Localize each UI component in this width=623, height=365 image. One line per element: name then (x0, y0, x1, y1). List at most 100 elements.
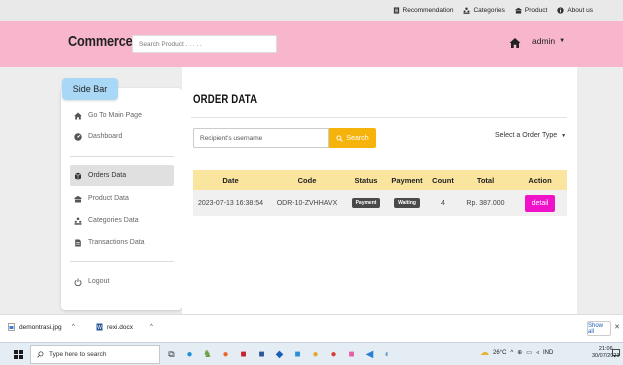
app-icon[interactable]: ■ (256, 346, 267, 362)
column-header-total: Total (476, 175, 495, 185)
column-header-code: Code (297, 175, 317, 185)
search-icon (37, 351, 44, 358)
sidebar-item-categories[interactable]: Categories Data (70, 210, 174, 231)
top-link-product[interactable]: Product (515, 7, 547, 14)
language-indicator[interactable]: IND (543, 350, 553, 356)
search-button[interactable]: Search (329, 128, 376, 148)
main-content: ORDER DATA Search Select a Order Type ▼ … (182, 67, 577, 314)
cell-payment: Waiting (386, 190, 428, 216)
chevron-up-icon[interactable]: ^ (510, 350, 513, 356)
volume-icon[interactable]: ◃ (536, 349, 539, 356)
admin-dropdown[interactable]: admin ▼ (532, 36, 565, 46)
weather-icon[interactable]: ☁ (480, 347, 489, 358)
brand-logo[interactable]: Commerce (68, 33, 133, 50)
edge-browser-icon[interactable]: ● (184, 346, 195, 362)
notification-icon[interactable] (612, 349, 620, 358)
download-item[interactable]: W rexi.docx (96, 323, 133, 331)
download-bar: demontrasi.jpg ^ W rexi.docx ^ Show all … (0, 314, 623, 342)
download-item[interactable]: demontrasi.jpg (8, 323, 62, 331)
network-icon[interactable]: ⊕ (517, 349, 522, 356)
status-badge: Payment (351, 198, 381, 208)
app-icon[interactable]: ♞ (202, 346, 213, 362)
app-icon[interactable]: ◐ (382, 346, 393, 362)
app-icon[interactable]: ◆ (274, 346, 285, 362)
taskbar-search-placeholder: Type here to search (49, 351, 107, 358)
product-search-input[interactable] (132, 35, 277, 53)
show-all-button[interactable]: Show all (587, 321, 611, 336)
sidebar-item-main-page[interactable]: Go To Main Page (70, 105, 174, 126)
admin-label: admin (532, 36, 556, 46)
caret-down-icon: ▼ (559, 38, 566, 44)
sidebar-item-label: Logout (88, 278, 110, 285)
column-header-action: Action (528, 175, 552, 185)
svg-text:W: W (97, 325, 102, 331)
home-icon (74, 112, 82, 119)
sidebar-item-orders[interactable]: Orders Data (70, 165, 174, 186)
top-link-label: Product (524, 7, 548, 14)
app-icon[interactable]: ● (328, 346, 339, 362)
page-title: ORDER DATA (193, 92, 258, 106)
chevron-up-icon[interactable]: ^ (72, 324, 75, 330)
image-file-icon (8, 323, 15, 331)
recipient-username-input[interactable] (193, 128, 329, 148)
info-icon (557, 7, 564, 14)
top-link-label: Categories (473, 7, 505, 14)
payment-badge: Waiting (394, 198, 420, 208)
taskbar-search-box[interactable]: Type here to search (30, 345, 160, 364)
sidebar-divider (70, 261, 174, 262)
top-link-categories[interactable]: Categories (463, 7, 505, 14)
detail-button[interactable]: detail (524, 194, 556, 212)
cell-action: detail (513, 190, 567, 216)
top-link-label: Recommendation (402, 7, 454, 14)
app-icon[interactable]: ■ (238, 346, 249, 362)
home-icon[interactable] (509, 37, 521, 49)
sidebar-item-label: Go To Main Page (88, 112, 142, 119)
battery-icon[interactable]: ▭ (526, 349, 532, 356)
sidebar-item-logout[interactable]: Logout (70, 271, 174, 292)
vscode-icon[interactable]: ◀ (364, 346, 375, 362)
word-file-icon: W (96, 323, 103, 331)
system-tray: ☁ 26°C ^ ⊕ ▭ ◃ IND (480, 347, 553, 358)
search-icon (336, 134, 344, 142)
cell-status: Payment (346, 190, 386, 216)
product-icon (74, 195, 82, 202)
column-header-status: Status (354, 175, 378, 185)
sidebar-divider (70, 156, 174, 157)
chrome-icon[interactable]: ● (310, 346, 321, 362)
sidebar-item-dashboard[interactable]: Dashboard (70, 126, 174, 147)
orders-icon (74, 172, 82, 180)
top-link-about[interactable]: About us (557, 7, 593, 14)
windows-start-icon[interactable] (14, 350, 23, 359)
app-icon[interactable]: ■ (292, 346, 303, 362)
windows-taskbar: Type here to search ⧉ ● ♞ ● ■ ■ ◆ ■ ● ● … (0, 342, 623, 365)
app-icon[interactable]: ■ (346, 346, 357, 362)
sidebar: Go To Main Page Dashboard Orders Data Pr… (61, 88, 182, 310)
chevron-up-icon[interactable]: ^ (150, 324, 153, 330)
main-navbar: Commerce admin ▼ (0, 21, 623, 67)
download-filename: rexi.docx (107, 323, 134, 331)
top-link-recommendation[interactable]: Recommendation (393, 7, 454, 14)
search-button-label: Search (346, 134, 369, 142)
caret-down-icon: ▼ (561, 132, 567, 139)
cell-code: ODR-10-ZVHHAVX (276, 199, 338, 207)
firefox-icon[interactable]: ● (220, 346, 231, 362)
sidebar-item-label: Transactions Data (88, 239, 145, 246)
close-icon[interactable]: ✕ (614, 323, 620, 331)
column-header-payment: Payment (391, 175, 423, 185)
cell-total: Rp. 387.000 (466, 199, 505, 207)
top-links: Recommendation Categories Product About … (393, 0, 593, 21)
dashboard-icon (74, 132, 82, 141)
orders-table: Date Code Status Payment Count Total Act… (193, 170, 567, 216)
sidebar-item-transactions[interactable]: Transactions Data (70, 232, 174, 253)
people-icon (463, 7, 471, 14)
top-utility-bar: Recommendation Categories Product About … (0, 0, 623, 21)
sidebar-item-label: Categories Data (88, 217, 139, 224)
column-header-date: Date (222, 175, 239, 185)
sidebar-item-product[interactable]: Product Data (70, 188, 174, 209)
task-view-icon[interactable]: ⧉ (166, 346, 177, 362)
power-icon (74, 278, 82, 286)
cell-date: 2023-07-13 16:38:54 (198, 199, 263, 207)
categories-icon (74, 217, 82, 225)
order-type-dropdown[interactable]: Select a Order Type ▼ (495, 132, 566, 139)
sidebar-item-label: Orders Data (88, 172, 127, 179)
